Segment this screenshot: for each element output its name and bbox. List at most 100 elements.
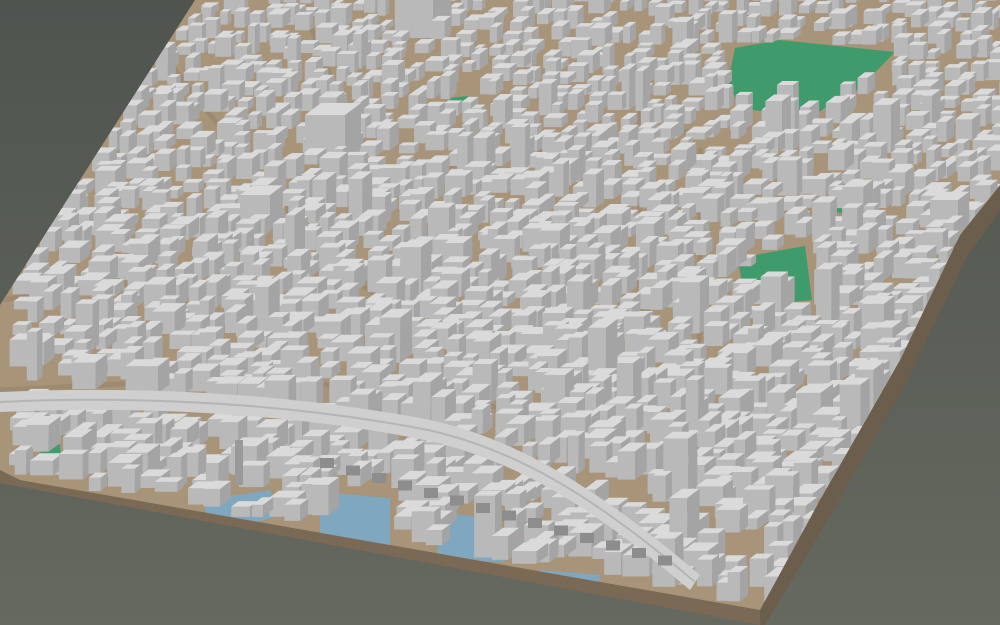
building-614 xyxy=(183,178,204,193)
building-front-face xyxy=(463,20,479,30)
building-front-face xyxy=(955,20,968,32)
building-front-face xyxy=(751,155,761,169)
building-side-face xyxy=(400,308,412,363)
building-488 xyxy=(651,137,670,154)
building-533 xyxy=(510,123,531,169)
building-side-face xyxy=(298,59,303,83)
building-front-face xyxy=(43,291,53,310)
building-front-face xyxy=(60,293,72,319)
building-front-face xyxy=(224,312,237,334)
building-front-face xyxy=(991,110,1000,125)
building-front-face xyxy=(365,127,376,139)
building-front-face xyxy=(122,189,135,209)
building-front-face xyxy=(944,67,961,81)
building-front-face xyxy=(759,1,771,17)
building-front-face xyxy=(751,31,760,43)
building-140 xyxy=(718,10,738,43)
building-front-face xyxy=(203,189,216,209)
building-201 xyxy=(908,41,928,60)
building-front-face xyxy=(27,301,38,323)
building-side-face xyxy=(368,75,374,99)
building-side-face xyxy=(149,131,154,155)
building-side-face xyxy=(707,8,711,30)
building-727 xyxy=(767,197,785,222)
building-front-face xyxy=(746,17,756,30)
building-side-face xyxy=(121,160,127,186)
building-side-face xyxy=(532,47,537,68)
building-front-face xyxy=(366,56,376,70)
building-side-face xyxy=(729,84,734,109)
building-front-face xyxy=(425,134,445,151)
building-front-face xyxy=(183,72,199,81)
building-front-face xyxy=(512,74,527,86)
building-front-face xyxy=(142,191,152,211)
city-model-canvas xyxy=(0,0,1000,625)
building-front-face xyxy=(743,184,762,195)
building-front-face xyxy=(863,11,874,25)
building-407 xyxy=(248,111,263,129)
building-front-face xyxy=(202,94,221,112)
building-side-face xyxy=(227,8,232,25)
building-front-face xyxy=(220,11,228,25)
building-188 xyxy=(215,33,236,57)
building-front-face xyxy=(567,93,578,110)
building-front-face xyxy=(175,30,187,41)
building-front-face xyxy=(861,30,877,45)
building-side-face xyxy=(994,10,999,30)
building-front-face xyxy=(688,0,699,15)
building-front-face xyxy=(798,5,809,14)
building-front-face xyxy=(536,13,549,25)
building-front-face xyxy=(699,34,708,44)
building-front-face xyxy=(879,0,888,3)
building-56 xyxy=(377,0,390,16)
building-111 xyxy=(295,12,314,31)
building-157 xyxy=(649,23,666,45)
building-front-face xyxy=(703,326,723,347)
building-side-face xyxy=(525,123,531,169)
building-870 xyxy=(285,207,306,256)
building-front-face xyxy=(815,4,829,14)
building-front-face xyxy=(175,167,188,182)
building-103 xyxy=(828,8,853,30)
building-front-face xyxy=(488,81,496,95)
building-front-face xyxy=(462,63,472,72)
building-front-face xyxy=(956,45,972,59)
building-side-face xyxy=(92,299,99,350)
building-front-face xyxy=(472,0,482,11)
building-front-face xyxy=(295,14,310,31)
building-front-face xyxy=(857,77,868,95)
building-309 xyxy=(440,70,457,100)
building-front-face xyxy=(717,254,727,278)
building-front-face xyxy=(651,141,664,154)
building-front-face xyxy=(543,117,562,128)
building-side-face xyxy=(294,207,306,256)
building-front-face xyxy=(207,43,215,54)
building-front-face xyxy=(399,145,415,154)
building-front-face xyxy=(635,70,643,112)
building-front-face xyxy=(767,202,777,222)
building-front-face xyxy=(695,242,707,256)
building-side-face xyxy=(254,22,260,54)
building-front-face xyxy=(299,0,312,4)
building-685 xyxy=(122,186,140,209)
building-side-face xyxy=(679,61,685,85)
building-486 xyxy=(399,142,419,154)
building-640 xyxy=(553,159,569,197)
building-76 xyxy=(220,8,232,25)
building-front-face xyxy=(828,149,845,171)
building-front-face xyxy=(538,83,552,116)
building-25 xyxy=(472,0,486,11)
building-front-face xyxy=(623,26,631,44)
building-145 xyxy=(623,21,637,44)
building-side-face xyxy=(385,0,390,16)
building-front-face xyxy=(938,251,948,265)
building-673 xyxy=(891,186,906,207)
building-front-face xyxy=(551,25,563,40)
building-side-face xyxy=(563,159,569,197)
building-125 xyxy=(431,15,452,39)
building-front-face xyxy=(489,47,501,56)
building-side-face xyxy=(134,186,140,209)
building-front-face xyxy=(448,153,458,167)
building-282 xyxy=(488,77,502,95)
building-side-face xyxy=(483,109,488,130)
